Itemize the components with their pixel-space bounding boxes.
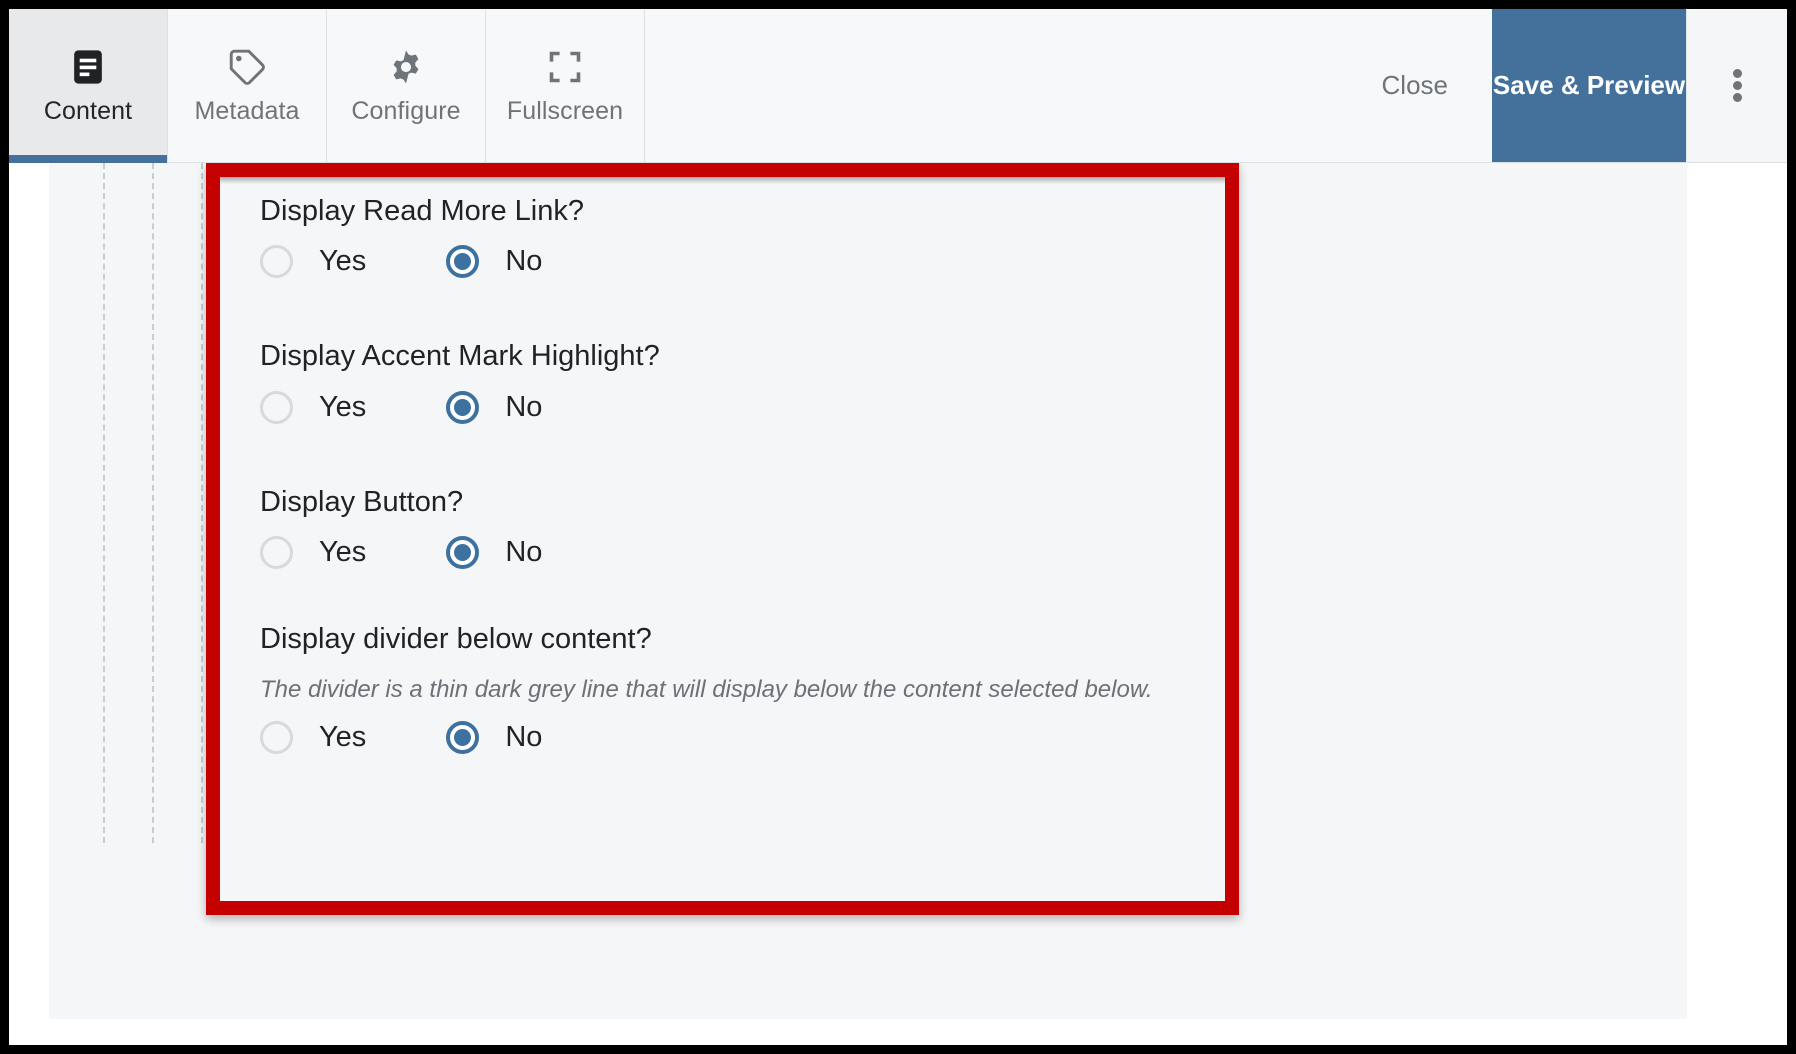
radio-group: Yes No [260,535,1225,569]
radio-circle-icon [260,535,293,569]
radio-option-label: No [505,721,543,754]
radio-option-no[interactable]: No [446,535,543,569]
editor-canvas: Display Read More Link? Yes No Display A… [9,163,1787,1045]
tab-content[interactable]: Content [9,9,168,163]
radio-option-label: No [505,390,543,423]
radio-option-yes[interactable]: Yes [260,390,367,424]
tab-metadata-label: Metadata [194,96,300,125]
field-display-button: Display Button? Yes No [260,484,1225,569]
tab-configure[interactable]: Configure [327,9,486,162]
editor-toolbar: Content Metadata Configure Fullscreen Cl… [9,9,1787,163]
field-label: Display Read More Link? [260,195,584,227]
layout-guide-line [103,163,105,843]
radio-circle-icon [260,390,293,424]
radio-option-no[interactable]: No [446,721,543,755]
radio-circle-selected-icon [446,245,480,279]
tab-content-label: Content [43,96,133,125]
radio-option-label: No [505,245,543,278]
field-display-read-more-link: Display Read More Link? Yes No [260,193,1225,279]
layout-guide-line [152,163,154,843]
radio-circle-selected-icon [446,721,480,755]
radio-group: Yes No [260,390,1225,424]
radio-option-label: Yes [319,245,367,278]
radio-option-no[interactable]: No [446,390,543,424]
close-button[interactable]: Close [1338,9,1492,162]
field-display-divider-below-content: Display divider below content? The divid… [260,621,1225,755]
layout-guide-line [201,163,203,843]
field-label: Display Button? [260,485,464,518]
tab-fullscreen-label: Fullscreen [506,96,624,125]
field-label: Display divider below content? [260,622,652,655]
radio-group: Yes No [260,721,1225,755]
content-document-icon [71,46,105,88]
fullscreen-expand-icon [547,46,583,88]
radio-option-label: Yes [319,721,367,754]
tab-metadata[interactable]: Metadata [168,9,327,162]
tab-fullscreen[interactable]: Fullscreen [486,9,645,162]
radio-option-label: Yes [319,390,367,423]
radio-option-yes[interactable]: Yes [260,535,367,569]
radio-option-yes[interactable]: Yes [260,721,367,755]
radio-option-label: No [505,535,543,568]
radio-group: Yes No [260,245,1225,279]
highlight-annotation-box: Display Read More Link? Yes No Display A… [206,163,1239,915]
page-surface: Display Read More Link? Yes No Display A… [49,163,1687,1019]
radio-circle-selected-icon [446,535,480,569]
tab-configure-label: Configure [351,96,461,125]
radio-option-label: Yes [319,535,367,568]
field-display-accent-mark-highlight: Display Accent Mark Highlight? Yes No [260,338,1225,424]
field-help-text: The divider is a thin dark grey line tha… [260,676,1153,703]
radio-option-yes[interactable]: Yes [260,245,367,279]
field-label: Display Accent Mark Highlight? [260,340,660,373]
tag-icon [228,46,266,88]
radio-circle-icon [260,245,293,279]
save-and-preview-button[interactable]: Save & Preview [1492,9,1686,162]
settings-form: Display Read More Link? Yes No Display A… [220,177,1225,901]
radio-option-no[interactable]: No [446,245,543,279]
screenshot-root: Content Metadata Configure Fullscreen Cl… [0,0,1796,1054]
overflow-menu-button[interactable] [1686,9,1787,162]
radio-circle-selected-icon [446,390,480,424]
radio-circle-icon [260,721,293,755]
gear-icon [387,46,425,88]
kebab-menu-icon [1732,66,1742,105]
